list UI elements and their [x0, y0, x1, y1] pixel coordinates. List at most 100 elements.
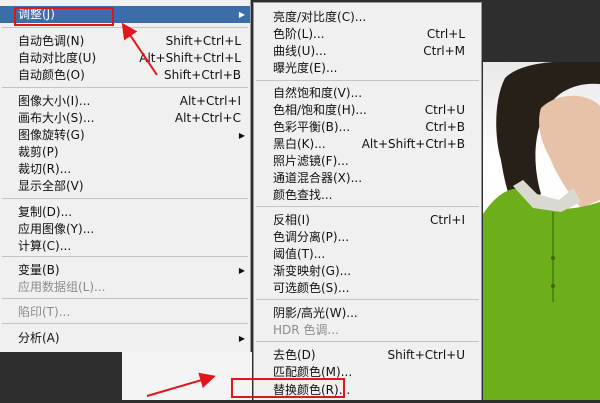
adjust-item-16[interactable]: 阴影/高光(W)... — [254, 305, 481, 322]
menu-item-16[interactable]: 分析(A) ▶ — [0, 330, 250, 347]
menu-separator — [256, 206, 479, 207]
adjust-item-label: 色相/饱和度(H)... — [273, 103, 367, 117]
adjust-item-4[interactable]: 自然饱和度(V)... — [254, 85, 481, 102]
menu-item-label: 显示全部(V) — [18, 179, 84, 193]
menu-item-8[interactable]: 裁切(R)... — [0, 161, 250, 178]
menu-separator — [2, 256, 248, 257]
adjustments-submenu: 亮度/对比度(C)... 色阶(L)... Ctrl+L 曲线(U)... Ctrl+M… — [253, 2, 482, 400]
menu-item-label: 分析(A) — [18, 331, 60, 345]
menu-separator — [256, 80, 479, 81]
menu-item-label: 复制(D)... — [18, 205, 73, 219]
menu-item-label: 调整(J) — [18, 7, 55, 21]
adjust-item-6[interactable]: 色彩平衡(B)... Ctrl+B — [254, 119, 481, 136]
adjust-item-15[interactable]: 可选颜色(S)... — [254, 280, 481, 297]
menu-item-label: 变量(B) — [18, 263, 60, 277]
menu-separator — [2, 323, 248, 324]
adjust-item-3[interactable]: 曝光度(E)... — [254, 60, 481, 77]
adjust-item-0[interactable]: 亮度/对比度(C)... — [254, 9, 481, 26]
adjust-item-label: 去色(D) — [273, 348, 316, 362]
adjust-item-shortcut: Ctrl+I — [430, 213, 465, 227]
adjust-item-13[interactable]: 阈值(T)... — [254, 246, 481, 263]
adjust-item-label: 色调分离(P)... — [273, 230, 350, 244]
menu-item-label: 图像旋转(G) — [18, 128, 85, 142]
adjust-item-19[interactable]: 匹配颜色(M)... — [254, 364, 481, 381]
adjust-item-label: 色彩平衡(B)... — [273, 120, 351, 134]
adjust-item-label: 自然饱和度(V)... — [273, 86, 363, 100]
adjust-item-label: 替换颜色(R)... — [273, 383, 351, 397]
adjust-item-11[interactable]: 反相(I) Ctrl+I — [254, 212, 481, 229]
menu-separator — [256, 341, 479, 342]
menu-item-shortcut: Shift+Ctrl+B — [164, 68, 241, 82]
triangle-right-icon: ▶ — [238, 131, 245, 140]
adjust-item-shortcut: Ctrl+B — [425, 120, 465, 134]
menu-item-shortcut: Alt+Ctrl+C — [174, 111, 241, 125]
adjust-item-10[interactable]: 颜色查找... — [254, 187, 481, 204]
adjust-item-7[interactable]: 黑白(K)... Alt+Shift+Ctrl+B — [254, 136, 481, 153]
menu-item-label: 图像大小(I)... — [18, 94, 91, 108]
menu-item-9[interactable]: 显示全部(V) — [0, 178, 250, 195]
menu-item-shortcut: Alt+Ctrl+I — [179, 94, 241, 108]
menu-item-label: 应用图像(Y)... — [18, 222, 95, 236]
menu-item-shortcut: Alt+Shift+Ctrl+L — [139, 51, 241, 65]
adjust-item-18[interactable]: 去色(D) Shift+Ctrl+U — [254, 347, 481, 364]
menu-item-6[interactable]: 图像旋转(G) ▶ — [0, 127, 250, 144]
menu-item-11[interactable]: 应用图像(Y)... — [0, 221, 250, 238]
adjust-item-shortcut: Ctrl+U — [424, 103, 465, 117]
adjust-item-label: 匹配颜色(M)... — [273, 365, 353, 379]
triangle-right-icon: ▶ — [238, 334, 245, 343]
adjust-item-5[interactable]: 色相/饱和度(H)... Ctrl+U — [254, 102, 481, 119]
menu-item-4[interactable]: 图像大小(I)... Alt+Ctrl+I — [0, 93, 250, 110]
menu-separator — [2, 87, 248, 88]
adjust-item-label: 渐变映射(G)... — [273, 264, 352, 278]
shirt-button — [551, 284, 555, 288]
adjust-item-label: 阴影/高光(W)... — [273, 306, 358, 320]
menu-separator — [256, 299, 479, 300]
menu-item-5[interactable]: 画布大小(S)... Alt+Ctrl+C — [0, 110, 250, 127]
image-menu: 调整(J) ▶ 自动色调(N) Shift+Ctrl+L 自动对比度(U) Alt+Shi… — [0, 0, 251, 352]
menu-item-7[interactable]: 裁剪(P) — [0, 144, 250, 161]
menu-item-label: 自动对比度(U) — [18, 51, 97, 65]
menu-item-0[interactable]: 调整(J) ▶ — [0, 6, 250, 23]
menu-item-label: 自动颜色(O) — [18, 68, 85, 82]
adjust-item-2[interactable]: 曲线(U)... Ctrl+M — [254, 43, 481, 60]
adjust-item-label: 照片滤镜(F)... — [273, 154, 349, 168]
adjust-item-17: HDR 色调... — [254, 322, 481, 339]
menu-item-3[interactable]: 自动颜色(O) Shift+Ctrl+B — [0, 67, 250, 84]
menu-item-label: 陷印(T)... — [18, 305, 71, 319]
adjust-item-shortcut: Shift+Ctrl+U — [387, 348, 465, 362]
adjust-item-label: HDR 色调... — [273, 323, 339, 337]
adjust-item-label: 阈值(T)... — [273, 247, 326, 261]
menu-item-14: 应用数据组(L)... — [0, 279, 250, 296]
adjust-item-12[interactable]: 色调分离(P)... — [254, 229, 481, 246]
adjust-item-shortcut: Alt+Shift+Ctrl+B — [361, 137, 465, 151]
shirt-button — [551, 256, 555, 260]
triangle-right-icon: ▶ — [238, 266, 245, 275]
adjust-item-14[interactable]: 渐变映射(G)... — [254, 263, 481, 280]
adjust-item-20[interactable]: 替换颜色(R)... — [254, 382, 481, 399]
menu-item-label: 裁切(R)... — [18, 162, 72, 176]
triangle-right-icon: ▶ — [238, 10, 245, 19]
menu-item-label: 画布大小(S)... — [18, 111, 95, 125]
photo-illustration — [483, 62, 600, 400]
menu-item-12[interactable]: 计算(C)... — [0, 238, 250, 255]
adjust-item-9[interactable]: 通道混合器(X)... — [254, 170, 481, 187]
menu-item-13[interactable]: 变量(B) ▶ — [0, 262, 250, 279]
canvas-strip — [122, 352, 252, 400]
menu-item-10[interactable]: 复制(D)... — [0, 204, 250, 221]
adjust-item-1[interactable]: 色阶(L)... Ctrl+L — [254, 26, 481, 43]
menu-separator — [2, 27, 248, 28]
green-shirt — [483, 188, 600, 400]
adjust-item-label: 可选颜色(S)... — [273, 281, 350, 295]
menu-item-2[interactable]: 自动对比度(U) Alt+Shift+Ctrl+L — [0, 50, 250, 67]
adjust-item-label: 曝光度(E)... — [273, 61, 338, 75]
adjust-item-label: 反相(I) — [273, 213, 310, 227]
adjust-item-8[interactable]: 照片滤镜(F)... — [254, 153, 481, 170]
adjust-item-label: 颜色查找... — [273, 188, 333, 202]
adjust-item-label: 色阶(L)... — [273, 27, 325, 41]
adjust-item-label: 通道混合器(X)... — [273, 171, 363, 185]
menu-item-15: 陷印(T)... — [0, 304, 250, 321]
menu-item-label: 计算(C)... — [18, 239, 72, 253]
menu-item-label: 裁剪(P) — [18, 145, 59, 159]
menu-item-label: 应用数据组(L)... — [18, 280, 106, 294]
menu-item-1[interactable]: 自动色调(N) Shift+Ctrl+L — [0, 33, 250, 50]
